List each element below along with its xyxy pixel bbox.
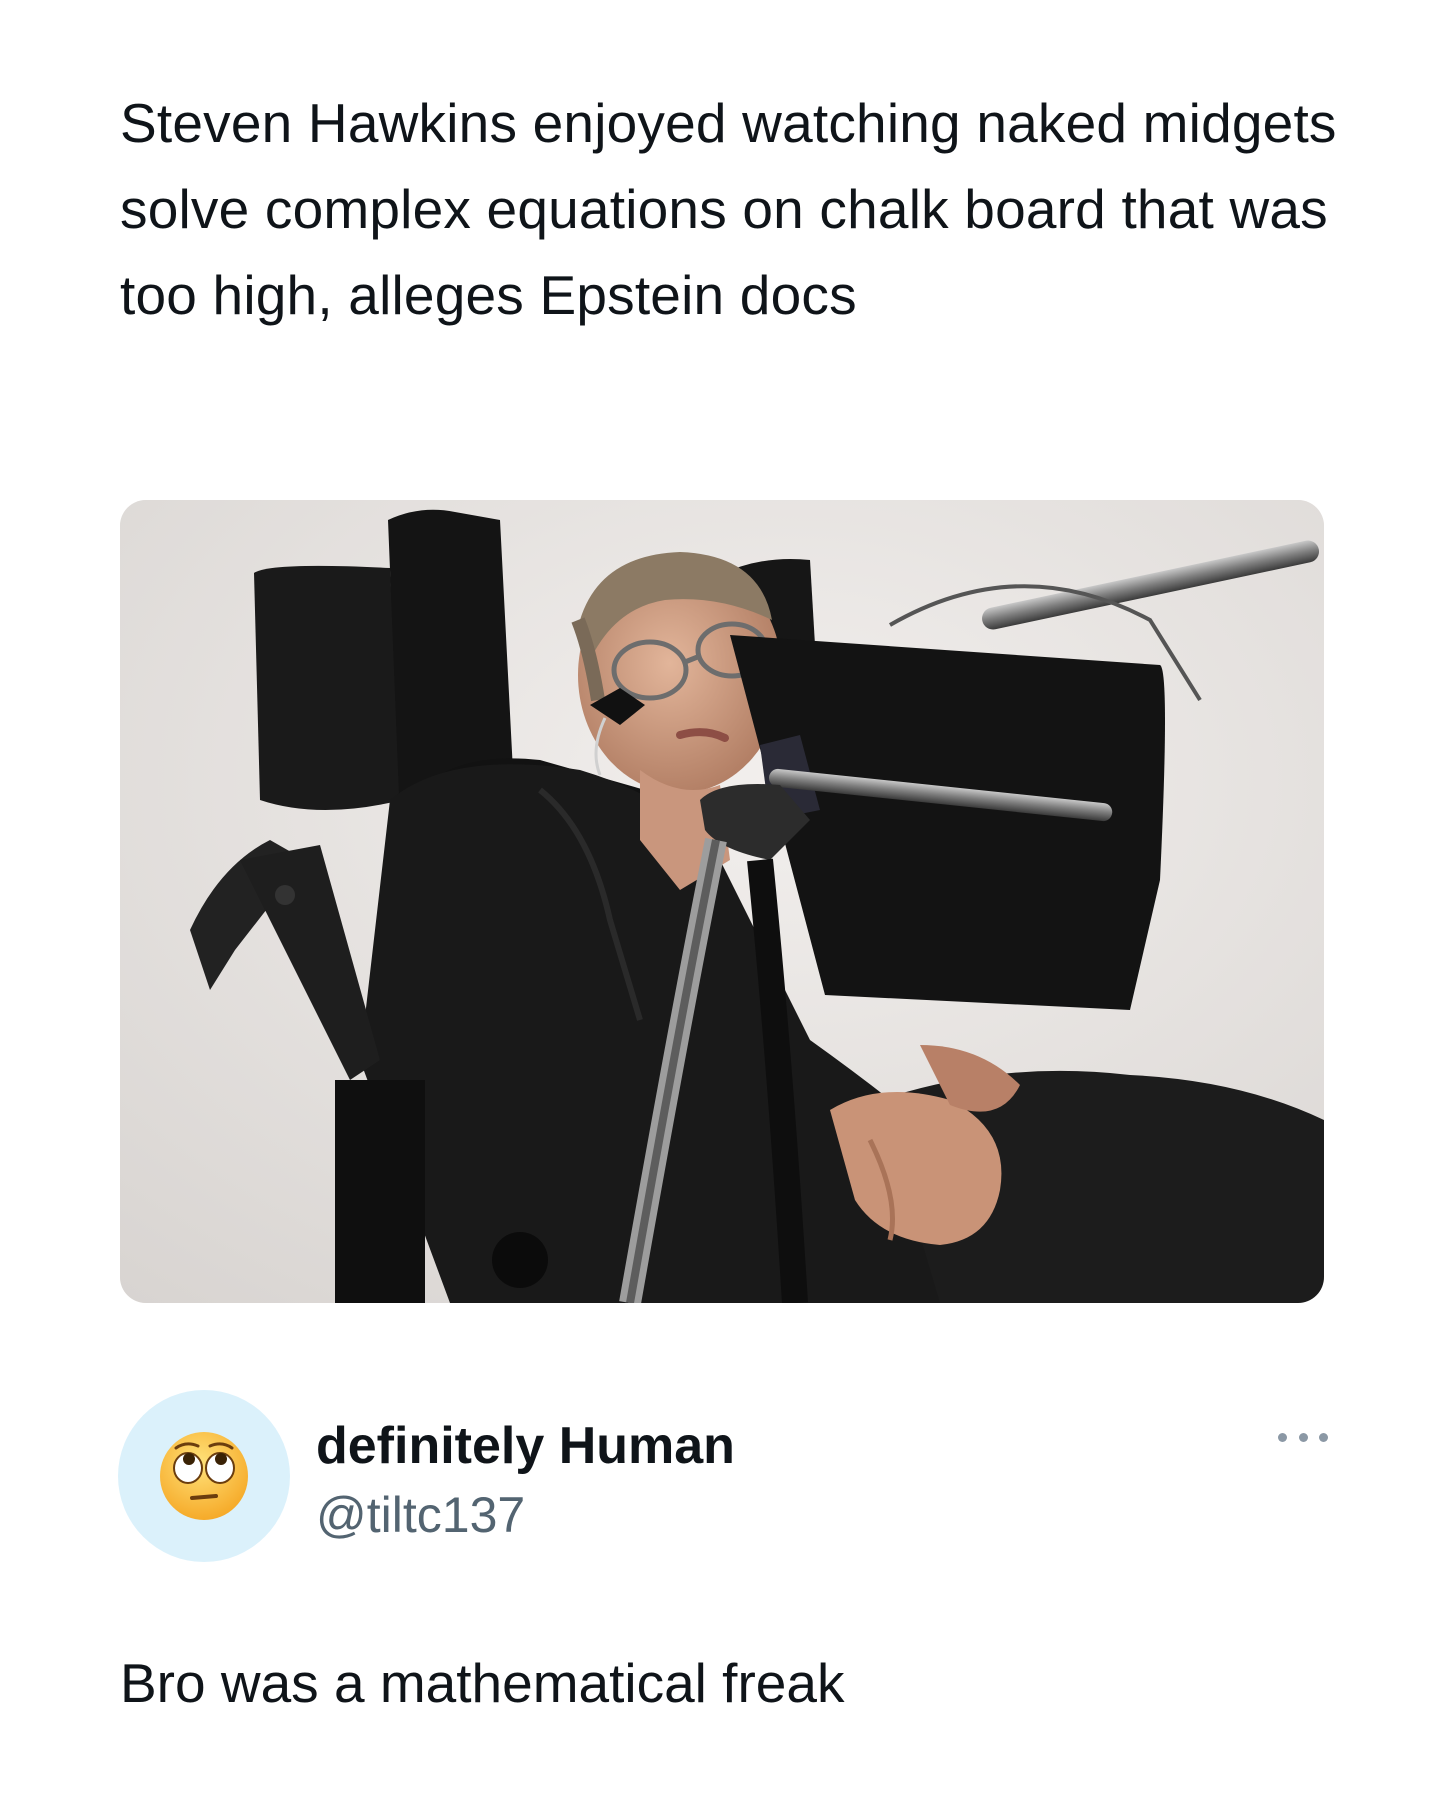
author-handle[interactable]: @tiltc137 bbox=[316, 1484, 525, 1546]
hawking-photo-illustration bbox=[120, 500, 1324, 1303]
tweet-card: Steven Hawkins enjoyed watching naked mi… bbox=[0, 0, 1440, 1800]
ellipsis-dot bbox=[1319, 1432, 1328, 1442]
face-with-rolling-eyes-emoji-icon bbox=[160, 1432, 248, 1520]
avatar[interactable] bbox=[118, 1390, 290, 1562]
tweet-text: Steven Hawkins enjoyed watching naked mi… bbox=[120, 92, 1337, 326]
ellipsis-dot bbox=[1278, 1432, 1287, 1442]
tweet-media-photo[interactable] bbox=[120, 500, 1324, 1303]
reply-text: Bro was a mathematical freak bbox=[120, 1652, 845, 1714]
author-display-name[interactable]: definitely Human bbox=[316, 1414, 735, 1478]
reply-author-row: definitely Human @tiltc137 bbox=[118, 1390, 1328, 1570]
ellipsis-dot bbox=[1298, 1432, 1308, 1442]
ellipsis-icon[interactable] bbox=[1278, 1422, 1328, 1452]
